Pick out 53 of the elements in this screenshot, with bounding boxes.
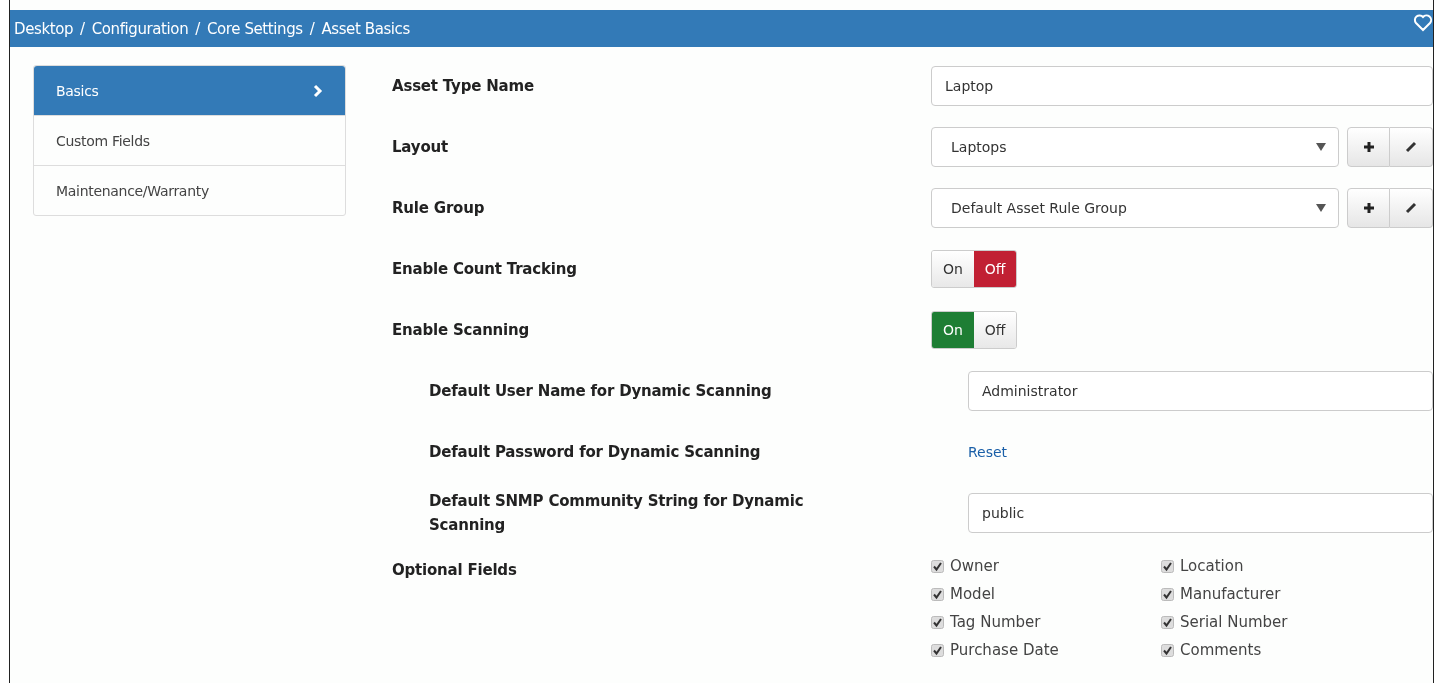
checkbox-label: Owner xyxy=(950,557,999,575)
field-label: Rule Group xyxy=(392,198,486,217)
chevron-right-icon xyxy=(313,83,323,98)
reset-link[interactable]: Reset xyxy=(968,443,1008,460)
checkbox[interactable] xyxy=(1161,643,1174,657)
dropdown[interactable]: Laptops xyxy=(931,126,1339,167)
field-label: Layout xyxy=(392,137,449,156)
dropdown-arrow-icon xyxy=(1316,142,1326,151)
checkbox[interactable] xyxy=(931,559,944,573)
sidebar-item[interactable]: Basics xyxy=(34,66,345,115)
add-button[interactable] xyxy=(1347,187,1390,228)
on-off-switch[interactable]: On Off xyxy=(931,249,1017,288)
checkbox[interactable] xyxy=(1161,559,1174,573)
breadcrumb-link[interactable]: Configuration xyxy=(91,19,189,38)
heart-icon[interactable] xyxy=(1413,13,1433,33)
checkbox-label: Serial Number xyxy=(1180,613,1288,631)
checkbox-label: Tag Number xyxy=(950,613,1041,631)
checkbox[interactable] xyxy=(931,587,944,601)
dropdown[interactable]: Default Asset Rule Group xyxy=(931,187,1339,228)
field-label: Enable Scanning xyxy=(392,320,531,339)
checkbox[interactable] xyxy=(1161,587,1174,601)
checkbox[interactable] xyxy=(1161,615,1174,629)
breadcrumb-link[interactable]: Core Settings xyxy=(206,19,303,38)
checkbox[interactable] xyxy=(931,643,944,657)
field-label: Default User Name for Dynamic Scanning xyxy=(428,380,773,402)
breadcrumb-link[interactable]: Asset Basics xyxy=(321,19,410,38)
breadcrumb-separator: / xyxy=(195,19,200,38)
breadcrumb-separator: / xyxy=(80,19,85,38)
sidebar-item[interactable]: Maintenance/Warranty xyxy=(34,165,345,215)
dropdown-arrow-icon xyxy=(1316,203,1326,212)
input-field[interactable]: Laptop xyxy=(931,65,1433,106)
input-field[interactable]: public xyxy=(968,492,1433,533)
checkbox-label: Manufacturer xyxy=(1180,585,1281,603)
add-button[interactable] xyxy=(1347,126,1390,167)
breadcrumb-separator: / xyxy=(309,19,315,38)
input-field[interactable]: Administrator xyxy=(968,370,1433,411)
field-label: Default SNMP Community String for Dynamic Scanning xyxy=(428,490,805,536)
field-label: Default Password for Dynamic Scanning xyxy=(428,441,762,463)
field-label: Asset Type Name xyxy=(392,76,535,95)
breadcrumb-link[interactable]: Desktop xyxy=(14,19,74,38)
checkbox-label: Purchase Date xyxy=(950,641,1059,659)
sidebar-item[interactable]: Custom Fields xyxy=(34,115,345,165)
field-label: Enable Count Tracking xyxy=(392,259,578,278)
checkbox-label: Model xyxy=(950,585,996,603)
checkbox-label: Location xyxy=(1180,557,1244,575)
pencil-icon xyxy=(1405,201,1417,214)
checkbox[interactable] xyxy=(931,615,944,629)
on-off-switch[interactable]: On Off xyxy=(931,310,1017,349)
plus-icon xyxy=(1362,140,1375,153)
checkbox-label: Comments xyxy=(1180,641,1262,659)
field-label: Optional Fields xyxy=(392,561,518,579)
plus-icon xyxy=(1362,201,1375,214)
pencil-icon xyxy=(1405,140,1417,153)
